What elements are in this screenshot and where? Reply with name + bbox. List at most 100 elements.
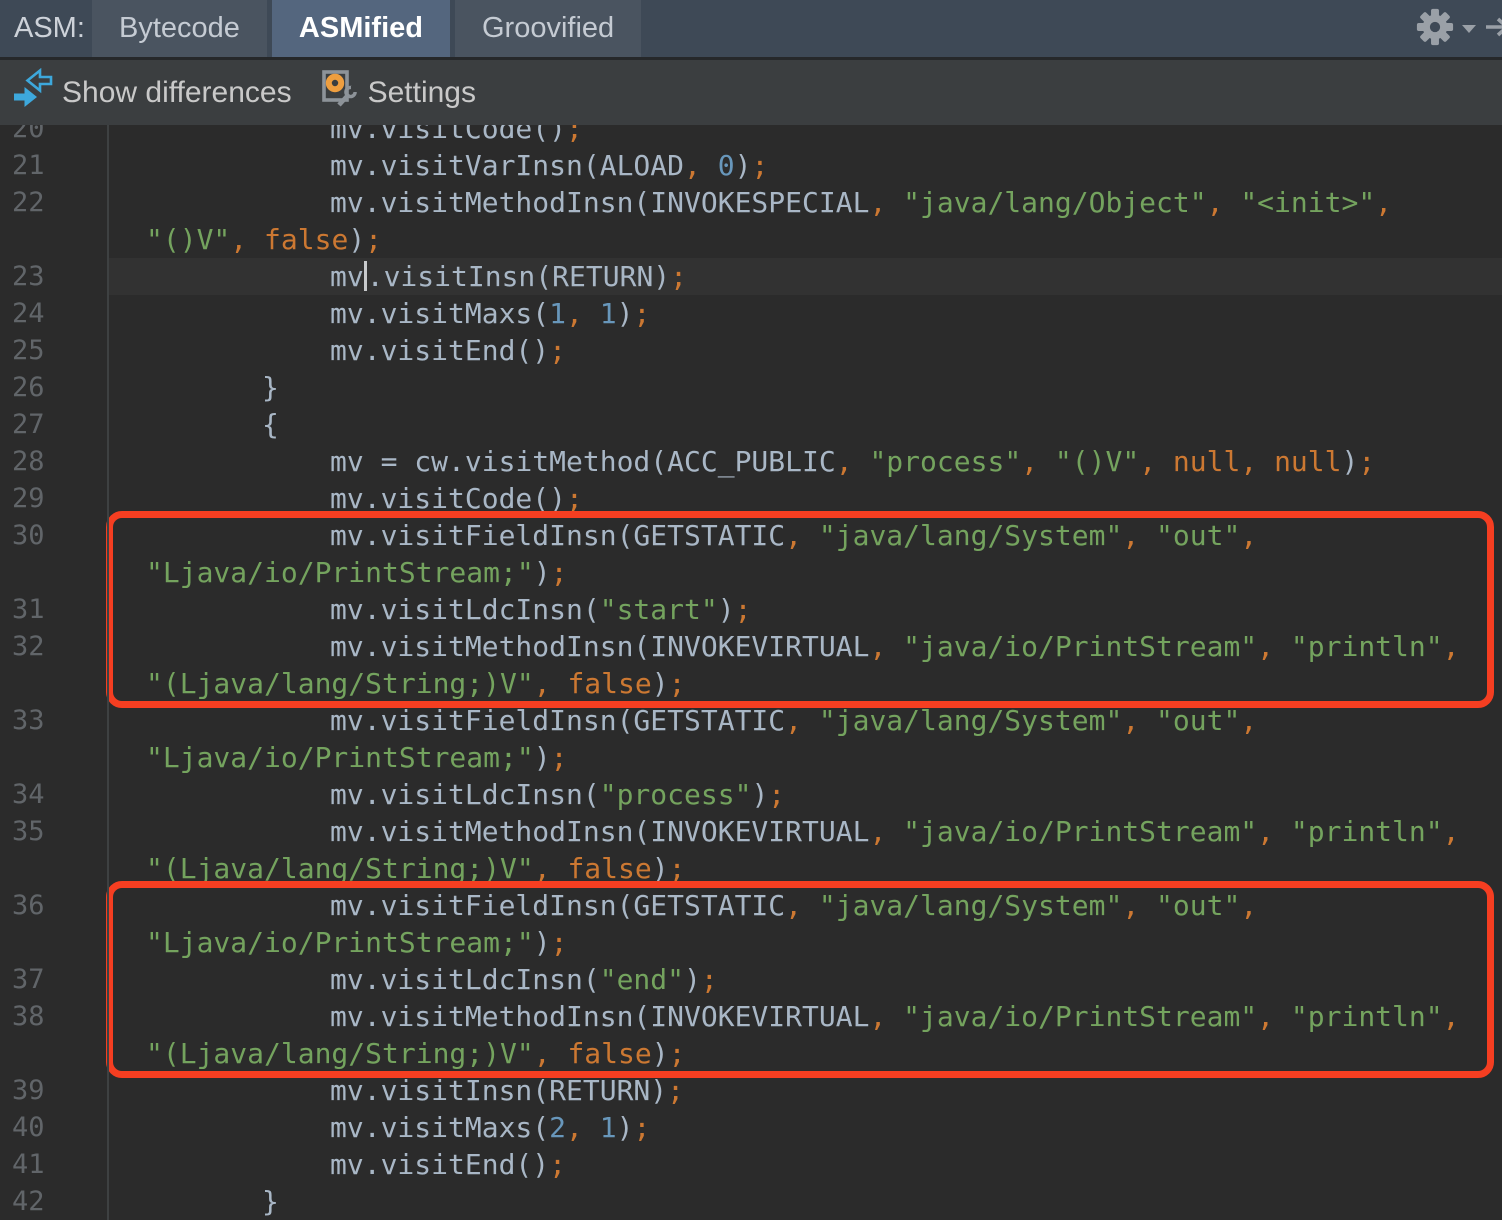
code-text: mv.visitLdcInsn("end"); xyxy=(330,961,718,998)
code-text: mv.visitCode(); xyxy=(330,125,583,147)
code-line-23[interactable]: 23 mv.visitInsn(RETURN); xyxy=(0,258,1502,295)
code-line-wrap[interactable]: "Ljava/io/PrintStream;"); xyxy=(0,739,1502,776)
code-line-38[interactable]: 38 mv.visitMethodInsn(INVOKEVIRTUAL, "jav… xyxy=(0,998,1502,1035)
code-line-25[interactable]: 25mv.visitEnd(); xyxy=(0,332,1502,369)
line-number: 28 xyxy=(12,443,45,480)
code-line-42[interactable]: 42} xyxy=(0,1183,1502,1220)
code-text: } xyxy=(262,369,279,406)
code-line-32[interactable]: 32 mv.visitMethodInsn(INVOKEVIRTUAL, "jav… xyxy=(0,628,1502,665)
settings-label: Settings xyxy=(368,76,476,110)
code-line-31[interactable]: 31mv.visitLdcInsn("start"); xyxy=(0,591,1502,628)
code-rows: 20 mv.visitCode(); 21 mv.visitVarInsn(ALOAD… xyxy=(0,125,1502,1220)
code-text: mv.visitMethodInsn(INVOKESPECIAL, "java/… xyxy=(330,184,1392,221)
code-text: mv.visitCode(); xyxy=(330,480,583,517)
code-text: } xyxy=(262,1183,279,1220)
code-text: "Ljava/io/PrintStream;"); xyxy=(146,554,567,591)
tab-strip: BytecodeASMifiedGroovified xyxy=(92,0,641,57)
show-differences-button[interactable]: Show differences xyxy=(13,68,292,118)
code-line-36[interactable]: 36 mv.visitFieldInsn(GETSTATIC, "java/lan… xyxy=(0,887,1502,924)
code-editor[interactable]: 20 mv.visitCode(); 21 mv.visitVarInsn(ALOAD… xyxy=(0,125,1502,1220)
line-number: 42 xyxy=(12,1183,45,1220)
dropdown-arrow-icon xyxy=(1462,25,1476,33)
code-line-28[interactable]: 28 mv = cw.visitMethod(ACC_PUBLIC, "proce… xyxy=(0,443,1502,480)
tab-asmified[interactable]: ASMified xyxy=(272,0,450,57)
code-text: "()V", false); xyxy=(146,221,382,258)
panel-title: ASM: xyxy=(0,0,92,57)
code-text: "(Ljava/lang/String;)V", false); xyxy=(146,850,685,887)
hide-panel-icon xyxy=(1484,6,1502,51)
code-text: mv.visitMaxs(1, 1); xyxy=(330,295,650,332)
code-text: mv.visitMethodInsn(INVOKEVIRTUAL, "java/… xyxy=(330,628,1459,665)
line-number: 37 xyxy=(12,961,45,998)
line-number: 21 xyxy=(12,147,45,184)
code-text: "(Ljava/lang/String;)V", false); xyxy=(146,665,685,702)
line-number: 29 xyxy=(12,480,45,517)
line-number: 32 xyxy=(12,628,45,665)
code-text: mv.visitFieldInsn(GETSTATIC, "java/lang/… xyxy=(330,517,1257,554)
code-line-22[interactable]: 22 mv.visitMethodInsn(INVOKESPECIAL, "jav… xyxy=(0,184,1502,221)
code-line-24[interactable]: 24 mv.visitMaxs(1, 1); xyxy=(0,295,1502,332)
line-number: 36 xyxy=(12,887,45,924)
line-number: 41 xyxy=(12,1146,45,1183)
gear-icon xyxy=(1414,6,1456,51)
code-line-40[interactable]: 40 mv.visitMaxs(2, 1); xyxy=(0,1109,1502,1146)
line-number: 39 xyxy=(12,1072,45,1109)
line-number: 20 xyxy=(12,125,45,147)
line-number: 26 xyxy=(12,369,45,406)
diff-arrows-icon xyxy=(13,68,53,118)
code-line-wrap[interactable]: "Ljava/io/PrintStream;"); xyxy=(0,554,1502,591)
settings-button[interactable]: Settings xyxy=(319,68,476,118)
code-line-wrap[interactable]: "(Ljava/lang/String;)V", false); xyxy=(0,1035,1502,1072)
gutter-separator xyxy=(107,125,109,1220)
code-text: mv.visitFieldInsn(GETSTATIC, "java/lang/… xyxy=(330,887,1257,924)
code-line-33[interactable]: 33mv.visitFieldInsn(GETSTATIC, "java/lan… xyxy=(0,702,1502,739)
line-number: 34 xyxy=(12,776,45,813)
hide-panel-button[interactable] xyxy=(1484,6,1502,51)
code-text: { xyxy=(262,406,279,443)
line-number: 38 xyxy=(12,998,45,1035)
code-line-39[interactable]: 39mv.visitInsn(RETURN); xyxy=(0,1072,1502,1109)
code-text: mv.visitLdcInsn("start"); xyxy=(330,591,751,628)
code-text: mv.visitMethodInsn(INVOKEVIRTUAL, "java/… xyxy=(330,998,1459,1035)
code-line-35[interactable]: 35 mv.visitMethodInsn(INVOKEVIRTUAL, "jav… xyxy=(0,813,1502,850)
code-line-30[interactable]: 30 mv.visitFieldInsn(GETSTATIC, "java/lan… xyxy=(0,517,1502,554)
code-text: mv.visitMaxs(2, 1); xyxy=(330,1109,650,1146)
code-text: mv = cw.visitMethod(ACC_PUBLIC, "process… xyxy=(330,443,1375,480)
settings-wrench-icon xyxy=(319,68,359,118)
code-text: mv.visitEnd(); xyxy=(330,1146,566,1183)
code-text: mv.visitLdcInsn("process"); xyxy=(330,776,785,813)
code-line-26[interactable]: 26} xyxy=(0,369,1502,406)
code-line-41[interactable]: 41 mv.visitEnd(); xyxy=(0,1146,1502,1183)
header-actions xyxy=(1414,0,1502,57)
code-line-wrap[interactable]: "Ljava/io/PrintStream;"); xyxy=(0,924,1502,961)
show-differences-label: Show differences xyxy=(62,76,292,110)
code-text: mv.visitInsn(RETURN); xyxy=(330,258,687,295)
code-text: mv.visitFieldInsn(GETSTATIC, "java/lang/… xyxy=(330,702,1257,739)
line-number: 24 xyxy=(12,295,45,332)
line-number: 23 xyxy=(12,258,45,295)
code-line-21[interactable]: 21 mv.visitVarInsn(ALOAD, 0); xyxy=(0,147,1502,184)
code-text: "Ljava/io/PrintStream;"); xyxy=(146,924,567,961)
code-text: mv.visitMethodInsn(INVOKEVIRTUAL, "java/… xyxy=(330,813,1459,850)
line-number: 27 xyxy=(12,406,45,443)
panel-toolbar: Show differences Settings xyxy=(0,60,1502,125)
code-line-wrap[interactable]: "(Ljava/lang/String;)V", false); xyxy=(0,665,1502,702)
line-number: 30 xyxy=(12,517,45,554)
line-number: 22 xyxy=(12,184,45,221)
code-line-wrap[interactable]: "(Ljava/lang/String;)V", false); xyxy=(0,850,1502,887)
code-line-20[interactable]: 20 mv.visitCode(); xyxy=(0,125,1502,147)
code-line-27[interactable]: 27 { xyxy=(0,406,1502,443)
tab-bytecode[interactable]: Bytecode xyxy=(92,0,267,57)
line-number: 35 xyxy=(12,813,45,850)
code-line-29[interactable]: 29 mv.visitCode(); xyxy=(0,480,1502,517)
line-number: 40 xyxy=(12,1109,45,1146)
tool-window-header: ASM: BytecodeASMifiedGroovified xyxy=(0,0,1502,60)
code-line-37[interactable]: 37 mv.visitLdcInsn("end"); xyxy=(0,961,1502,998)
tab-groovified[interactable]: Groovified xyxy=(455,0,641,57)
code-line-34[interactable]: 34 mv.visitLdcInsn("process"); xyxy=(0,776,1502,813)
gear-menu-button[interactable] xyxy=(1414,6,1476,51)
code-text: mv.visitEnd(); xyxy=(330,332,566,369)
code-line-wrap[interactable]: "()V", false); xyxy=(0,221,1502,258)
code-text: "Ljava/io/PrintStream;"); xyxy=(146,739,567,776)
code-text: mv.visitVarInsn(ALOAD, 0); xyxy=(330,147,768,184)
